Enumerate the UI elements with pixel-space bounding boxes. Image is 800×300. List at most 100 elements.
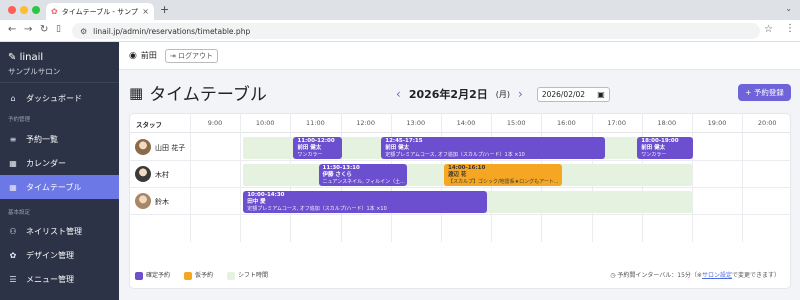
day-of-week: (月)	[495, 89, 510, 99]
user-name: 前田	[140, 51, 157, 60]
reload-icon[interactable]: ↻	[40, 24, 48, 35]
hour-header: 9:00	[207, 119, 223, 127]
reservation-menu: ワンカラー	[297, 152, 323, 158]
next-day-icon[interactable]: ›	[518, 87, 523, 101]
site-info-icon[interactable]: ⚙	[80, 27, 87, 36]
maximize-window-icon[interactable]	[32, 6, 40, 14]
add-reservation-label: + 予約登録	[745, 88, 784, 97]
tab-list-icon[interactable]: ⌄	[785, 4, 792, 13]
sidebar-item-design[interactable]: ✿ デザイン管理	[0, 243, 119, 267]
salon-name: サンプルサロン	[8, 67, 61, 76]
new-tab-icon[interactable]: +	[160, 3, 169, 16]
staff-name: 木村	[155, 171, 169, 179]
logout-label: ログアウト	[177, 51, 213, 60]
interval-note: ◷ 予約間インターバル：15分（※サロン設定で変更できます）	[610, 270, 780, 279]
reservation-block[interactable]: 11:00-12:00 前田 健太 ワンカラー	[293, 137, 342, 159]
sidebar-divider	[0, 82, 119, 83]
legend-label: 確定予約	[146, 272, 171, 279]
page-title: ▦ タイムテーブル	[129, 80, 267, 106]
reservation-time: 11:30-13:10	[322, 165, 360, 171]
staff-row: 鈴木 10:00-14:30 田中 愛定額プレミアムコース, オフ追加（スカルプ/ハ…	[130, 188, 790, 215]
reservation-time: 11:00-12:00	[297, 138, 335, 144]
logout-button[interactable]: ⇥ ログアウト	[164, 48, 218, 63]
hour-header: 20:00	[757, 119, 777, 127]
back-icon[interactable]: ←	[8, 24, 16, 35]
browser-tab[interactable]: ✿ タイムテーブル - サンプルサロン ×	[46, 3, 154, 20]
staff-avatar	[135, 193, 151, 209]
staff-row: 山田 花子 11:00-12:00 前田 健太 ワンカラー 12:45-17:15 前田 …	[130, 134, 790, 161]
reservation-customer: 田中 愛	[247, 199, 266, 205]
sidebar-toggle-icon[interactable]: ▯	[56, 24, 61, 34]
date-navigation: ‹ 2026年2月2日 (月) › 2026/02/02 ▣	[396, 86, 610, 102]
reservation-customer: 渡辺 花	[448, 172, 467, 178]
minimize-window-icon[interactable]	[20, 6, 28, 14]
date-picker-input[interactable]: 2026/02/02 ▣	[536, 86, 610, 102]
staff-avatar	[135, 166, 151, 182]
reservation-block[interactable]: 11:30-13:10 伊藤 さくら ニュアンスネイル, フィルイン（土...	[318, 164, 407, 186]
sidebar-item-nailist[interactable]: ⚇ ネイリスト管理	[0, 219, 119, 243]
reservation-block[interactable]: 10:00-14:30 田中 愛定額プレミアムコース, オフ追加（スカルプ/ハード…	[243, 191, 488, 213]
salon-settings-link[interactable]: サロン設定	[702, 272, 732, 279]
prev-day-icon[interactable]: ‹	[396, 87, 401, 101]
list-icon: ≡	[9, 134, 17, 144]
users-icon: ⚇	[9, 226, 17, 236]
sidebar-item-calendar[interactable]: ▦ カレンダー	[0, 151, 119, 175]
staff-avatar	[135, 139, 151, 155]
bookmark-star-icon[interactable]: ☆	[764, 24, 773, 35]
hour-header: 14:00	[456, 119, 476, 127]
staff-name: 山田 花子	[155, 144, 186, 152]
sidebar-item-label: タイムテーブル	[26, 182, 82, 192]
url-text: linail.jp/admin/reservations/timetable.p…	[93, 26, 251, 36]
reservation-menu: 定額プレミアムコース, オフ追加（スカルプ/ハード）1本 ×10	[385, 152, 525, 158]
reservation-block[interactable]: 14:00-16:10 渡辺 花【スカルプ】ゴシック/地雷系★ロングもアート...	[444, 164, 563, 186]
top-bar: ◉ 前田 ⇥ ログアウト	[119, 42, 800, 70]
home-icon: ⌂	[10, 93, 16, 103]
reservation-menu: ワンカラー	[641, 152, 667, 158]
section-label-settings: 基本設定	[8, 210, 31, 216]
browser-tabbar: ✿ タイムテーブル - サンプルサロン × + ⌄	[0, 0, 800, 20]
reservation-time: 14:00-16:10	[448, 165, 486, 171]
sidebar-item-reservation-list[interactable]: ≡ 予約一覧	[0, 127, 119, 151]
hour-header: 17:00	[607, 119, 626, 127]
legend-shift: シフト時間	[227, 270, 268, 280]
current-date: 2026年2月2日	[408, 88, 488, 101]
hour-header: 18:00	[657, 119, 677, 127]
sidebar-item-label: ネイリスト管理	[26, 226, 82, 236]
hour-header: 12:00	[356, 119, 375, 127]
reservation-time: 18:00-19:00	[641, 138, 679, 144]
user-icon: ◉	[129, 50, 137, 61]
legend-tentative: 仮予約	[184, 270, 213, 280]
reservation-menu: 【スカルプ】ゴシック/地雷系★ロングもアート...	[448, 179, 559, 185]
sidebar-item-dashboard[interactable]: ⌂ ダッシュボード	[0, 86, 119, 110]
sidebar-item-timetable[interactable]: ▦ タイムテーブル	[0, 175, 119, 199]
tab-title: タイムテーブル - サンプルサロン	[61, 7, 139, 16]
url-bar[interactable]: ⚙ linail.jp/admin/reservations/timetable…	[72, 23, 760, 39]
sidebar-item-label: メニュー管理	[26, 274, 74, 284]
staff-row: 木村 11:30-13:10 伊藤 さくら ニュアンスネイル, フィルイン（土... 1…	[130, 161, 790, 188]
hour-header: 10:00	[255, 119, 275, 127]
brand-logo[interactable]: ✎ linail	[8, 52, 43, 63]
sidebar-item-menu[interactable]: ☰ メニュー管理	[0, 267, 119, 291]
calendar-icon: ▦	[9, 182, 17, 192]
palette-icon: ✿	[9, 250, 17, 260]
close-window-icon[interactable]	[8, 6, 16, 14]
reservation-customer: 伊藤 さくら	[322, 172, 352, 178]
hour-header: 13:00	[406, 119, 426, 127]
sidebar-item-label: カレンダー	[26, 158, 66, 168]
close-tab-icon[interactable]: ×	[142, 7, 149, 16]
reservation-time: 12:45-17:15	[385, 138, 423, 144]
sidebar-item-label: デザイン管理	[26, 250, 74, 260]
reservation-customer: 前田 健太	[385, 145, 410, 151]
main-content: ◉ 前田 ⇥ ログアウト ▦ タイムテーブル ‹ 2026年2月2日 (月) ›…	[119, 42, 800, 300]
reservation-block[interactable]: 18:00-19:00 前田 健太 ワンカラー	[637, 137, 693, 159]
page-title-text: タイムテーブル	[149, 85, 267, 105]
reservation-time: 10:00-14:30	[247, 192, 285, 198]
forward-icon[interactable]: →	[24, 24, 32, 35]
date-input-value: 2026/02/02	[541, 89, 586, 99]
add-reservation-button[interactable]: + 予約登録	[738, 84, 791, 101]
menu-icon: ☰	[9, 274, 17, 284]
browser-menu-icon[interactable]: ⋮	[785, 23, 795, 34]
calendar-picker-icon[interactable]: ▣	[597, 90, 605, 99]
calendar-icon: ▦	[129, 83, 144, 102]
reservation-block[interactable]: 12:45-17:15 前田 健太 定額プレミアムコース, オフ追加（スカルプ/ハー…	[381, 137, 606, 159]
